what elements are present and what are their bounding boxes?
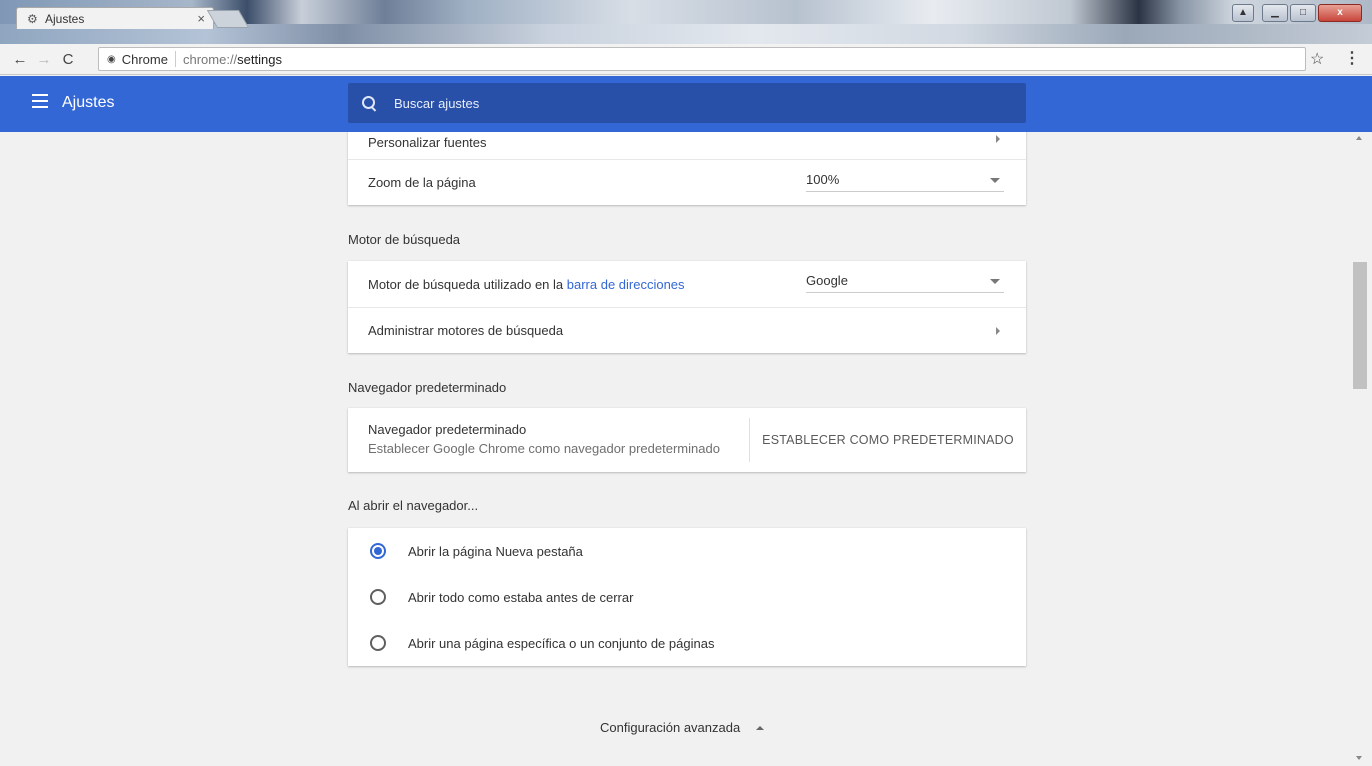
dropdown-caret-icon (990, 178, 1000, 183)
address-bar-link[interactable]: barra de direcciones (567, 277, 685, 292)
page-scrollbar[interactable] (1350, 132, 1372, 766)
search-engine-section-title: Motor de búsqueda (348, 232, 461, 247)
search-engine-card: Motor de búsqueda utilizado en la barra … (348, 261, 1026, 353)
gear-icon: ⚙ (27, 11, 38, 26)
manage-search-engines-row[interactable]: Administrar motores de búsqueda (348, 307, 1026, 353)
url-path: settings (237, 51, 282, 67)
chevron-right-icon (996, 326, 1000, 335)
on-startup-section-title: Al abrir el navegador... (348, 498, 479, 513)
default-browser-card: Navegador predeterminado Establecer Goog… (348, 408, 1026, 472)
scroll-up-arrow-icon[interactable] (1356, 136, 1362, 140)
scroll-down-arrow-icon[interactable] (1356, 756, 1362, 760)
settings-search[interactable] (348, 83, 1026, 123)
page-title: Ajustes (62, 94, 115, 111)
startup-option-label: Abrir una página específica o un conjunt… (408, 635, 715, 651)
search-input[interactable] (394, 95, 994, 111)
chevron-up-icon (756, 725, 765, 730)
bookmark-star-icon[interactable]: ☆ (1310, 49, 1324, 69)
default-browser-secondary: Establecer Google Chrome como navegador … (368, 441, 720, 456)
startup-option-specific-pages[interactable]: Abrir una página específica o un conjunt… (348, 620, 1026, 666)
dropdown-caret-icon (990, 279, 1000, 284)
search-engine-label-text: Motor de búsqueda utilizado en la (368, 276, 567, 292)
chrome-page-icon: ◉ (107, 53, 116, 65)
startup-option-label: Abrir todo como estaba antes de cerrar (408, 589, 634, 605)
scrollbar-thumb[interactable] (1353, 262, 1367, 389)
search-engine-row: Motor de búsqueda utilizado en la barra … (348, 261, 1026, 307)
window-titlebar: ⚙ Ajustes × ▲ ▁ □ x (0, 0, 1372, 44)
omnibox-separator (174, 51, 176, 67)
default-browser-section-title: Navegador predeterminado (348, 380, 507, 395)
on-startup-card: Abrir la página Nueva pestaña Abrir todo… (348, 528, 1026, 666)
default-browser-row: Navegador predeterminado Establecer Goog… (348, 408, 1026, 472)
window-controls: ▲ ▁ □ x (1232, 4, 1362, 22)
browser-tab[interactable]: ⚙ Ajustes × (16, 7, 214, 29)
startup-option-continue[interactable]: Abrir todo como estaba antes de cerrar (348, 574, 1026, 620)
address-bar[interactable]: ◉ Chrome chrome://settings (98, 47, 1306, 71)
appearance-card: Personalizar fuentes Zoom de la página 1… (348, 132, 1026, 205)
user-icon[interactable]: ▲ (1232, 4, 1254, 22)
startup-option-label: Abrir la página Nueva pestaña (408, 543, 583, 559)
reload-button[interactable]: C (56, 51, 80, 68)
forward-button[interactable]: → (32, 51, 56, 68)
tab-title: Ajustes (45, 11, 85, 26)
advanced-settings-toggle[interactable]: Configuración avanzada (600, 720, 765, 735)
url-scheme: chrome:// (182, 51, 238, 67)
hamburger-menu-icon[interactable] (32, 94, 48, 108)
set-as-default-button[interactable]: ESTABLECER COMO PREDETERMINADO (750, 408, 1026, 472)
chevron-right-icon (996, 134, 1000, 143)
advanced-settings-label: Configuración avanzada (600, 720, 741, 735)
browser-toolbar: ← → C ◉ Chrome chrome://settings ☆ ⋮ (0, 44, 1372, 75)
radio-button[interactable] (370, 589, 386, 605)
page-zoom-value: 100% (806, 172, 840, 187)
search-engine-select[interactable]: Google (806, 273, 1004, 293)
radio-button-checked[interactable] (370, 543, 386, 559)
settings-header: Ajustes (0, 76, 1372, 132)
tab-close-button[interactable]: × (197, 11, 205, 26)
site-chip: Chrome (121, 51, 168, 67)
browser-menu-icon[interactable]: ⋮ (1344, 48, 1360, 68)
maximize-button[interactable]: □ (1290, 4, 1316, 22)
manage-search-engines-label: Administrar motores de búsqueda (368, 323, 564, 338)
minimize-button[interactable]: ▁ (1262, 4, 1288, 22)
page-zoom-select[interactable]: 100% (806, 172, 1004, 192)
close-window-button[interactable]: x (1318, 4, 1362, 22)
back-button[interactable]: ← (8, 51, 32, 68)
search-icon (362, 96, 376, 110)
page-zoom-row: Zoom de la página 100% (348, 159, 1026, 205)
search-engine-value: Google (806, 273, 848, 288)
customize-fonts-label: Personalizar fuentes (368, 135, 487, 150)
default-browser-primary: Navegador predeterminado (368, 422, 527, 437)
radio-button[interactable] (370, 635, 386, 651)
startup-option-new-tab[interactable]: Abrir la página Nueva pestaña (348, 528, 1026, 574)
settings-content: Personalizar fuentes Zoom de la página 1… (0, 132, 1350, 766)
customize-fonts-row[interactable]: Personalizar fuentes (348, 132, 1026, 159)
default-browser-info: Navegador predeterminado Establecer Goog… (348, 408, 749, 472)
